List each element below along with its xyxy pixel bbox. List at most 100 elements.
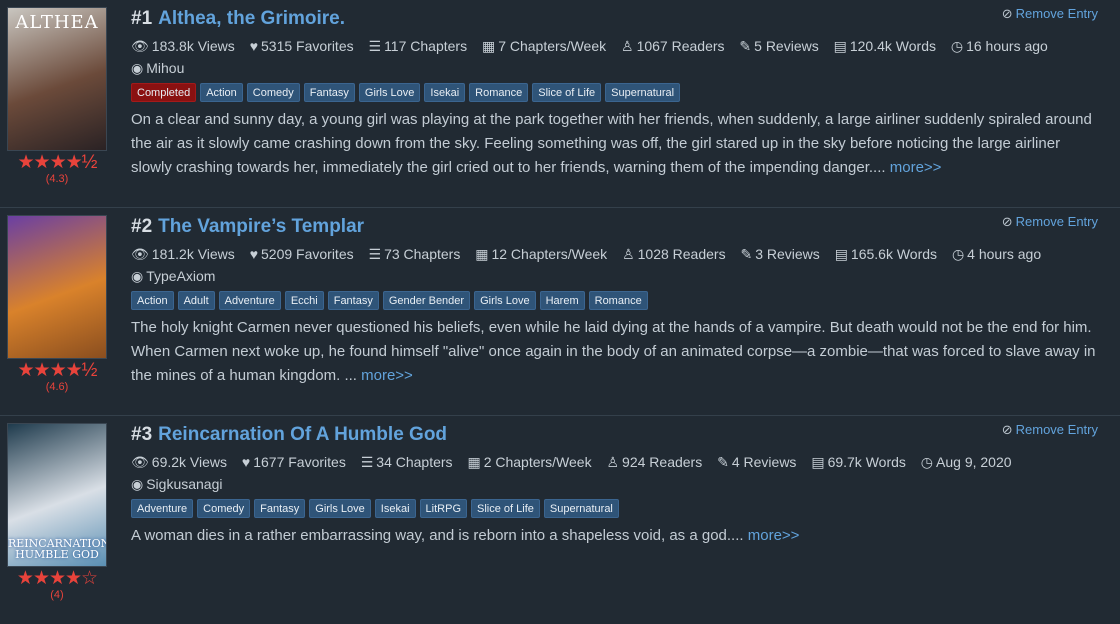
words-value: 165.6k Words: [850, 246, 938, 262]
heart-icon: ♥: [241, 454, 251, 470]
genre-tag[interactable]: Supernatural: [543, 499, 619, 518]
more-link[interactable]: more>>: [748, 527, 800, 544]
words-value: 120.4k Words: [849, 38, 936, 54]
reviews-value: 5 Reviews: [754, 38, 819, 54]
entry-title-link[interactable]: Reincarnation Of A Humble God: [158, 424, 447, 445]
genre-tag[interactable]: Adventure: [218, 291, 281, 310]
genre-tag[interactable]: Action: [200, 83, 243, 102]
title-row: #3 Reincarnation Of A Humble God: [131, 422, 1098, 448]
list-icon: ☰: [368, 38, 382, 54]
genre-tag[interactable]: Romance: [588, 291, 648, 310]
rating: ★★★★☆ (4): [7, 569, 107, 602]
author-name: TypeAxiom: [146, 268, 216, 284]
genre-tag[interactable]: Slice of Life: [532, 83, 602, 102]
genre-tag[interactable]: Girls Love: [358, 83, 421, 102]
views-value: 181.2k Views: [151, 246, 235, 262]
remove-entry-button[interactable]: ⊘ Remove Entry: [1002, 422, 1098, 438]
genre-tag[interactable]: Gender Bender: [382, 291, 471, 310]
remove-entry-button[interactable]: ⊘ Remove Entry: [1002, 6, 1098, 22]
remove-entry-button[interactable]: ⊘ Remove Entry: [1002, 214, 1098, 230]
heart-icon: ♥: [249, 38, 258, 54]
ban-icon: ⊘: [1001, 6, 1013, 21]
list-icon: ☰: [368, 246, 382, 262]
genre-tag[interactable]: LitRPG: [419, 499, 468, 518]
genre-tag[interactable]: Fantasy: [303, 83, 355, 102]
clock-icon: ◷: [951, 246, 965, 262]
user-circle-icon: ◉: [131, 268, 144, 284]
genre-tag[interactable]: Action: [131, 291, 174, 310]
readers-value: 924 Readers: [622, 454, 703, 470]
entry-content: #3 Reincarnation Of A Humble God ⊘ Remove …: [131, 422, 1098, 548]
list-icon: ☰: [360, 454, 374, 470]
description: On a clear and sunny day, a young girl w…: [131, 108, 1098, 180]
words-stat: ▤ 120.4k Words: [834, 38, 936, 54]
views-value: 183.8k Views: [151, 38, 235, 54]
user-icon: ♙: [621, 38, 634, 54]
entry-content: #1 Althea, the Grimoire. ⊘ Remove Entry 👁 1…: [131, 6, 1098, 180]
readers-stat: ♙ 1028 Readers: [622, 246, 726, 262]
rating: ★★★★½ (4.6): [7, 361, 107, 394]
reviews-stat: ✎ 3 Reviews: [740, 246, 819, 262]
remove-entry-label: Remove Entry: [1015, 422, 1098, 437]
frequency-value: 2 Chapters/Week: [483, 454, 592, 470]
edit-icon: ✎: [740, 246, 753, 262]
views-stat: 👁 183.8k Views: [131, 38, 235, 54]
edit-icon: ✎: [717, 454, 729, 470]
genre-tag[interactable]: Fantasy: [327, 291, 379, 310]
genre-tag[interactable]: Girls Love: [309, 499, 371, 518]
genre-tag[interactable]: Comedy: [197, 499, 251, 518]
ban-icon: ⊘: [1001, 214, 1013, 229]
genre-tag[interactable]: Ecchi: [284, 291, 324, 310]
eye-icon: 👁: [131, 454, 149, 470]
user-circle-icon: ◉: [131, 476, 144, 492]
user-icon: ♙: [622, 246, 635, 262]
words-stat: ▤ 69.7k Words: [811, 454, 906, 470]
calendar-icon: ▦: [467, 454, 481, 470]
genre-tag[interactable]: Slice of Life: [471, 499, 540, 518]
genre-tag[interactable]: Romance: [469, 83, 529, 102]
words-value: 69.7k Words: [827, 454, 906, 470]
genre-tag[interactable]: Comedy: [246, 83, 300, 102]
genre-tag[interactable]: Adventure: [131, 499, 194, 518]
edit-icon: ✎: [739, 38, 752, 54]
cover-image[interactable]: ALTHEA: [7, 7, 107, 151]
updated-value: 16 hours ago: [966, 38, 1048, 54]
more-link[interactable]: more>>: [361, 367, 413, 384]
genre-tag[interactable]: Fantasy: [254, 499, 306, 518]
calendar-icon: ▦: [481, 38, 496, 54]
description-text: On a clear and sunny day, a young girl w…: [131, 111, 1092, 176]
tags-row: Action Adult Adventure Ecchi Fantasy Gender B…: [131, 291, 1098, 312]
readers-value: 1028 Readers: [637, 246, 726, 262]
list-item: ALTHEA ★★★★½ (4.3) #1 Althea, the Grimoir…: [0, 0, 1120, 208]
list-item: ★★★★½ (4.6) #2 The Vampire’s Templar ⊘ Rem…: [0, 208, 1120, 416]
cover-image[interactable]: [7, 215, 107, 359]
tags-row: Completed Action Comedy Fantasy Girls Love Is…: [131, 83, 1098, 104]
title-row: #1 Althea, the Grimoire.: [131, 6, 1098, 32]
chapters-value: 73 Chapters: [384, 246, 461, 262]
frequency-stat: ▦ 2 Chapters/Week: [467, 454, 591, 470]
more-link[interactable]: more>>: [890, 159, 942, 176]
genre-tag[interactable]: Isekai: [374, 499, 416, 518]
author-name: Sigkusanagi: [146, 476, 223, 492]
rating-stars: ★★★★½: [17, 152, 98, 173]
entry-title-link[interactable]: Althea, the Grimoire.: [158, 8, 345, 29]
favorites-value: 5209 Favorites: [261, 246, 354, 262]
genre-tag[interactable]: Isekai: [424, 83, 466, 102]
genre-tag[interactable]: Harem: [539, 291, 585, 310]
cover-image[interactable]: REINCARNATION HUMBLE GOD: [7, 423, 107, 567]
list-item: REINCARNATION HUMBLE GOD ★★★★☆ (4) #3 Rei…: [0, 416, 1120, 624]
clock-icon: ◷: [950, 38, 964, 54]
book-icon: ▤: [834, 246, 848, 262]
cover-title-text: ALTHEA: [15, 12, 99, 33]
rating-value: (4.3): [45, 173, 69, 185]
book-icon: ▤: [833, 38, 847, 54]
views-value: 69.2k Views: [151, 454, 228, 470]
genre-tag[interactable]: Adult: [177, 291, 215, 310]
rating-value: (4.6): [45, 381, 69, 393]
genre-tag[interactable]: Girls Love: [474, 291, 536, 310]
updated-stat: ◷ 4 hours ago: [952, 246, 1041, 262]
entry-content: #2 The Vampire’s Templar ⊘ Remove Entry 👁 1…: [131, 214, 1098, 388]
frequency-stat: ▦ 12 Chapters/Week: [475, 246, 607, 262]
genre-tag[interactable]: Supernatural: [605, 83, 681, 102]
entry-title-link[interactable]: The Vampire’s Templar: [158, 216, 364, 237]
